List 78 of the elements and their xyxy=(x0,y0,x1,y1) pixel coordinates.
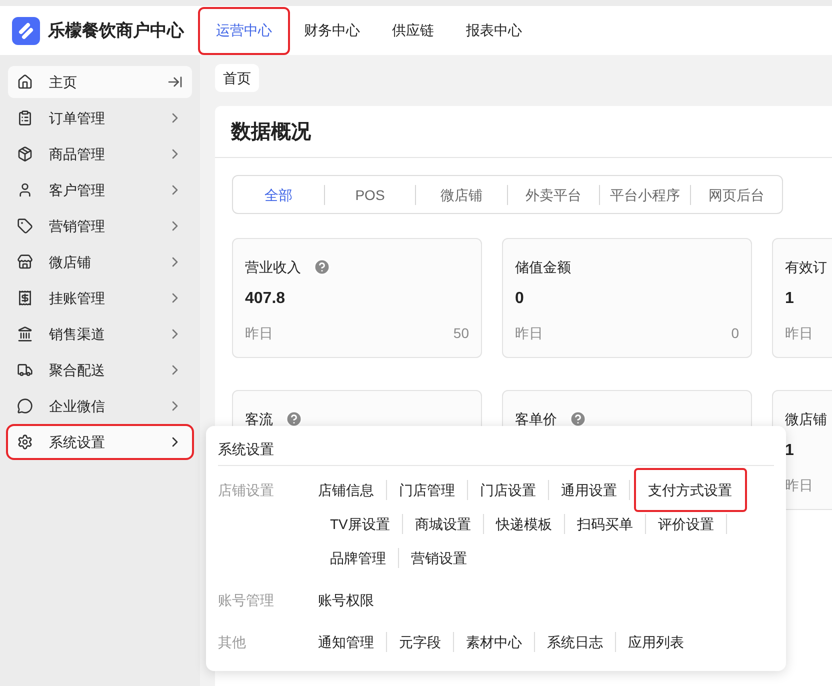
menu-link[interactable]: 素材中心 xyxy=(454,632,535,652)
menu-link[interactable]: 门店管理 xyxy=(387,480,468,500)
user-icon xyxy=(17,182,33,198)
group-label: 账号管理 xyxy=(218,591,275,610)
truck-icon xyxy=(17,362,33,378)
menu-link[interactable]: 商城设置 xyxy=(402,514,484,534)
tag-icon xyxy=(17,218,33,234)
top-nav-tab[interactable]: 运营中心 xyxy=(200,8,288,52)
compare-label: 昨日 xyxy=(515,324,543,343)
panel-title: 数据概况 xyxy=(231,120,311,144)
sidebar-item[interactable]: 微店铺 xyxy=(8,246,192,278)
filter-tab[interactable]: 全部 xyxy=(233,184,325,204)
menu-link[interactable]: 品牌管理 xyxy=(318,548,399,568)
group-label: 店铺设置 xyxy=(218,481,275,500)
help-icon[interactable] xyxy=(285,410,303,428)
brand-title: 乐檬餐饮商户中心 xyxy=(48,20,184,42)
store-icon xyxy=(17,254,33,270)
filter-tab[interactable]: POS xyxy=(324,184,416,204)
top-nav-tab[interactable]: 报表中心 xyxy=(450,8,538,52)
menu-link[interactable]: 支付方式设置 xyxy=(634,468,747,512)
home-icon xyxy=(17,74,33,90)
stat-label: 营业收入 xyxy=(245,258,301,276)
sidebar-item[interactable]: 企业微信 xyxy=(8,390,192,422)
menu-link[interactable]: 通知管理 xyxy=(318,632,387,652)
menu-link[interactable]: 系统日志 xyxy=(535,632,616,652)
sidebar-item[interactable]: 系统设置 xyxy=(8,426,192,458)
clipboard-icon xyxy=(17,110,33,126)
collapse-icon[interactable] xyxy=(167,74,183,90)
top-nav-tab[interactable]: 供应链 xyxy=(376,8,450,52)
help-icon[interactable] xyxy=(313,258,331,276)
menu-link[interactable]: 门店设置 xyxy=(468,480,549,500)
stat-label: 储值金额 xyxy=(515,258,571,276)
menu-link[interactable]: 元字段 xyxy=(387,632,454,652)
sidebar-item[interactable]: 营销管理 xyxy=(8,210,192,242)
top-nav-tab[interactable]: 财务中心 xyxy=(288,8,376,52)
stat-label: 有效订 xyxy=(785,258,827,276)
bank-icon xyxy=(17,326,33,342)
sidebar-item[interactable]: 聚合配送 xyxy=(8,354,192,386)
sidebar-item[interactable]: 订单管理 xyxy=(8,102,192,134)
sidebar-item[interactable]: 挂账管理 xyxy=(8,282,192,314)
menu-link[interactable]: 通用设置 xyxy=(549,480,630,500)
menu-link[interactable]: 营销设置 xyxy=(399,548,479,568)
compare-value: 0 xyxy=(731,324,739,343)
receipt-icon xyxy=(17,290,33,306)
sidebar-item[interactable]: 销售渠道 xyxy=(8,318,192,350)
compare-label: 昨日 xyxy=(245,324,273,343)
logo-icon xyxy=(12,16,40,44)
filter-tab[interactable]: 平台小程序 xyxy=(600,184,692,204)
compare-label: 昨日 xyxy=(785,324,813,343)
filter-tab[interactable]: 微店铺 xyxy=(416,184,508,204)
help-icon[interactable] xyxy=(569,410,587,428)
page-tab[interactable]: 首页 xyxy=(215,64,259,92)
stat-value: 0 xyxy=(515,289,524,309)
sidebar-item[interactable]: 主页 xyxy=(8,66,192,98)
dropdown-title: 系统设置 xyxy=(218,440,274,459)
settings-icon xyxy=(17,434,33,450)
filter-tab[interactable]: 网页后台 xyxy=(691,184,782,204)
compare-value: 50 xyxy=(453,324,469,343)
menu-link[interactable]: 账号权限 xyxy=(318,590,386,610)
sidebar-item[interactable]: 客户管理 xyxy=(8,174,192,206)
stat-label: 客流 xyxy=(245,410,273,428)
sidebar-item[interactable]: 商品管理 xyxy=(8,138,192,170)
package-icon xyxy=(17,146,33,162)
stat-value: 1 xyxy=(785,289,794,309)
stat-value: 1 xyxy=(785,441,794,461)
compare-label: 昨日 xyxy=(785,476,813,495)
group-label: 其他 xyxy=(218,633,247,652)
stat-label: 微店铺 xyxy=(785,410,827,428)
chat-bubble-icon xyxy=(17,398,33,414)
menu-link[interactable]: 快递模板 xyxy=(484,514,565,534)
stat-value: 407.8 xyxy=(245,289,286,309)
filter-tab[interactable]: 外卖平台 xyxy=(508,184,600,204)
menu-link[interactable]: 扫码买单 xyxy=(564,514,646,534)
menu-link[interactable]: 评价设置 xyxy=(646,514,727,534)
menu-link[interactable]: TV屏设置 xyxy=(318,514,403,534)
menu-link[interactable]: 店铺信息 xyxy=(318,480,387,500)
stat-label: 客单价 xyxy=(515,410,557,428)
menu-link[interactable]: 应用列表 xyxy=(616,632,696,652)
